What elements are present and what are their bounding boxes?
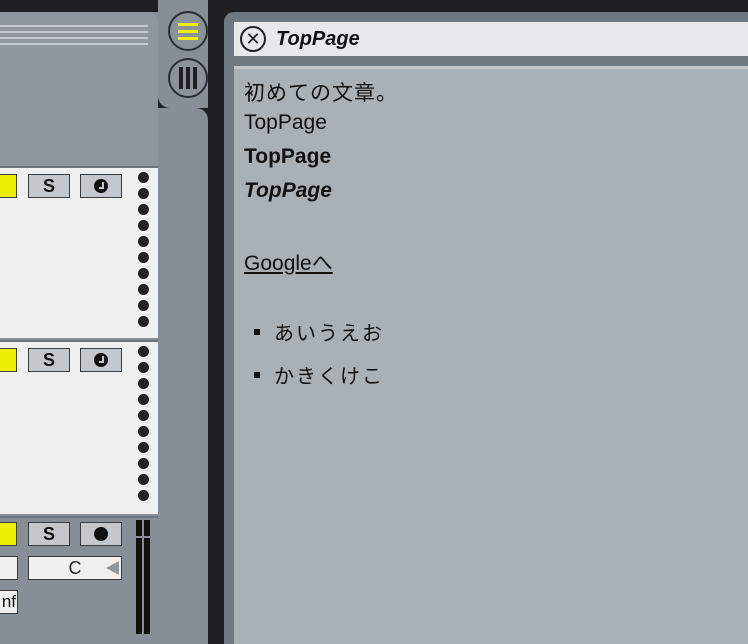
first-sentence: 初めての文章。 bbox=[244, 82, 398, 105]
record-button[interactable] bbox=[80, 522, 122, 546]
google-link[interactable]: Googleへ bbox=[244, 247, 333, 277]
record-button[interactable] bbox=[80, 348, 122, 372]
track-panel: S S S C nf bbox=[0, 12, 158, 644]
menu-icon bbox=[178, 22, 198, 26]
track-lane-1[interactable]: S bbox=[0, 166, 158, 338]
browser-title-bar: ✕ TopPage bbox=[234, 22, 748, 56]
track-activator-button[interactable] bbox=[0, 174, 17, 198]
master-lane: S C nf bbox=[0, 516, 158, 644]
solo-button[interactable]: S bbox=[28, 522, 70, 546]
side-toolbar-lower bbox=[158, 108, 208, 644]
close-icon: ✕ bbox=[245, 29, 261, 49]
solo-button[interactable]: S bbox=[28, 174, 70, 198]
level-meter-right bbox=[144, 520, 150, 634]
track-activator-button[interactable] bbox=[0, 348, 17, 372]
bullet-icon bbox=[254, 328, 260, 335]
pan-control[interactable]: C bbox=[28, 556, 122, 580]
sends-field[interactable] bbox=[0, 556, 18, 580]
track-activator-button[interactable] bbox=[0, 522, 17, 546]
pan-value: C bbox=[68, 558, 82, 578]
columns-button[interactable] bbox=[168, 58, 208, 98]
clock-record-icon bbox=[94, 353, 108, 367]
slot-dots[interactable] bbox=[138, 172, 150, 332]
top-strip bbox=[0, 0, 748, 12]
track-header-area bbox=[0, 12, 158, 166]
columns-icon bbox=[179, 67, 183, 89]
clock-record-icon bbox=[94, 179, 108, 193]
drag-grip[interactable] bbox=[0, 25, 148, 47]
record-button[interactable] bbox=[80, 174, 122, 198]
pan-arrow-icon bbox=[106, 561, 119, 575]
browser-content: 初めての文章。 TopPage TopPage TopPage Googleへ … bbox=[234, 66, 748, 644]
close-button[interactable]: ✕ bbox=[240, 26, 266, 52]
list-item: あいうえお bbox=[254, 317, 384, 346]
volume-field[interactable]: nf bbox=[0, 590, 18, 614]
slot-dots[interactable] bbox=[138, 346, 150, 506]
page-title: TopPage bbox=[276, 27, 360, 50]
plain-text: TopPage bbox=[244, 111, 327, 134]
list-item: かきくけこ bbox=[254, 360, 384, 389]
browser-panel: ✕ TopPage 初めての文章。 TopPage TopPage TopPag… bbox=[224, 12, 748, 644]
bullet-icon bbox=[254, 371, 260, 378]
bold-italic-text: TopPage bbox=[244, 179, 332, 202]
track-lane-2[interactable]: S bbox=[0, 340, 158, 514]
menu-button[interactable] bbox=[168, 11, 208, 51]
record-dot-icon bbox=[94, 527, 108, 541]
level-meter-left bbox=[136, 520, 142, 634]
solo-button[interactable]: S bbox=[28, 348, 70, 372]
bold-text: TopPage bbox=[244, 145, 332, 168]
side-toolbar bbox=[158, 0, 224, 644]
